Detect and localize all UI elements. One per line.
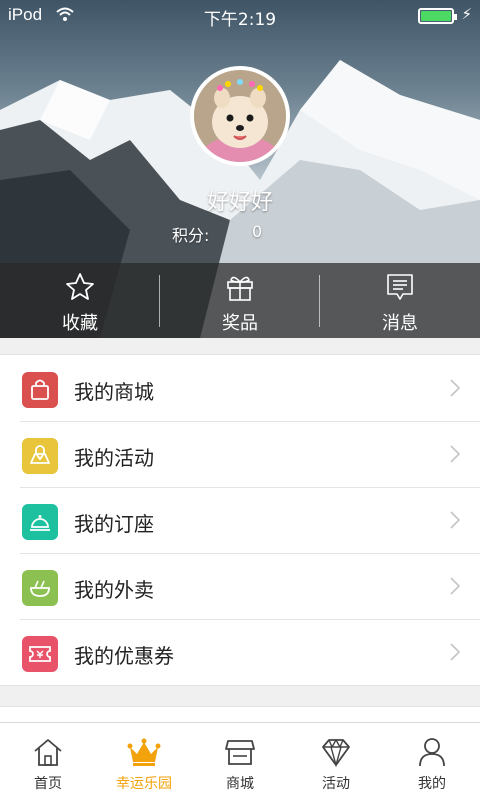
crown-icon bbox=[127, 737, 161, 771]
menu-item-my-coupons[interactable]: 我的优惠券 bbox=[0, 619, 480, 685]
status-time: 下午2:19 bbox=[203, 10, 277, 30]
message-icon bbox=[385, 272, 415, 306]
menu-item-my-takeout[interactable]: 我的外卖 bbox=[0, 553, 480, 619]
messages-label: 消息 bbox=[382, 313, 418, 334]
tab-label: 我的 bbox=[418, 776, 446, 792]
chevron-right-icon bbox=[450, 379, 461, 401]
home-icon bbox=[32, 737, 64, 771]
service-bell-icon bbox=[22, 504, 58, 540]
store-icon bbox=[224, 737, 256, 771]
menu-item-label: 我的订座 bbox=[74, 512, 154, 536]
menu-item-label: 我的活动 bbox=[74, 446, 154, 470]
messages-button[interactable]: 消息 bbox=[320, 263, 480, 338]
shopping-bag-icon bbox=[22, 372, 58, 408]
menu-item-my-activities[interactable]: 我的活动 bbox=[0, 421, 480, 487]
menu-item-label: 我的优惠券 bbox=[74, 644, 174, 668]
points-label: 积分: bbox=[172, 226, 210, 245]
charging-bolt-icon: ⚡ bbox=[461, 5, 472, 23]
quick-action-bar: 收藏 奖品 消息 bbox=[0, 263, 480, 338]
avatar[interactable] bbox=[190, 66, 290, 166]
star-icon bbox=[65, 272, 95, 306]
tab-mine[interactable]: 我的 bbox=[384, 723, 480, 800]
bottom-tab-bar: 首页 幸运乐园 商城 活动 我的 bbox=[0, 722, 480, 800]
menu-item-label: 我的外卖 bbox=[74, 578, 154, 602]
tab-home[interactable]: 首页 bbox=[0, 723, 96, 800]
prizes-button[interactable]: 奖品 bbox=[160, 263, 320, 338]
prizes-label: 奖品 bbox=[222, 313, 258, 334]
chevron-right-icon bbox=[450, 643, 461, 665]
battery-icon bbox=[418, 8, 457, 24]
favorites-button[interactable]: 收藏 bbox=[0, 263, 160, 338]
chevron-right-icon bbox=[450, 445, 461, 467]
points-value: 0 bbox=[252, 222, 263, 241]
tab-label: 活动 bbox=[322, 776, 350, 792]
coupon-icon bbox=[22, 636, 58, 672]
account-menu-list: 我的商城 我的活动 我的订座 我的外卖 我的优惠券 bbox=[0, 354, 480, 686]
menu-item-label: 我的商城 bbox=[74, 380, 154, 404]
tab-label: 首页 bbox=[34, 776, 62, 792]
tab-activities[interactable]: 活动 bbox=[288, 723, 384, 800]
food-bowl-icon bbox=[22, 570, 58, 606]
tab-label: 商城 bbox=[226, 776, 254, 792]
status-bar: iPod 下午2:19 ⚡ bbox=[0, 0, 480, 32]
chevron-right-icon bbox=[450, 577, 461, 599]
tab-label: 幸运乐园 bbox=[116, 776, 172, 792]
tab-mall[interactable]: 商城 bbox=[192, 723, 288, 800]
gift-icon bbox=[225, 272, 255, 306]
divider bbox=[159, 275, 160, 327]
map-pin-icon bbox=[22, 438, 58, 474]
tab-lucky-park[interactable]: 幸运乐园 bbox=[96, 723, 192, 800]
menu-item-my-mall[interactable]: 我的商城 bbox=[0, 355, 480, 421]
menu-item-my-reservations[interactable]: 我的订座 bbox=[0, 487, 480, 553]
avatar-dog-image bbox=[194, 70, 286, 162]
chevron-right-icon bbox=[450, 511, 461, 533]
username: 好好好 bbox=[206, 190, 273, 215]
diamond-icon bbox=[320, 737, 352, 771]
user-icon bbox=[416, 737, 448, 771]
divider bbox=[319, 275, 320, 327]
favorites-label: 收藏 bbox=[62, 313, 98, 334]
